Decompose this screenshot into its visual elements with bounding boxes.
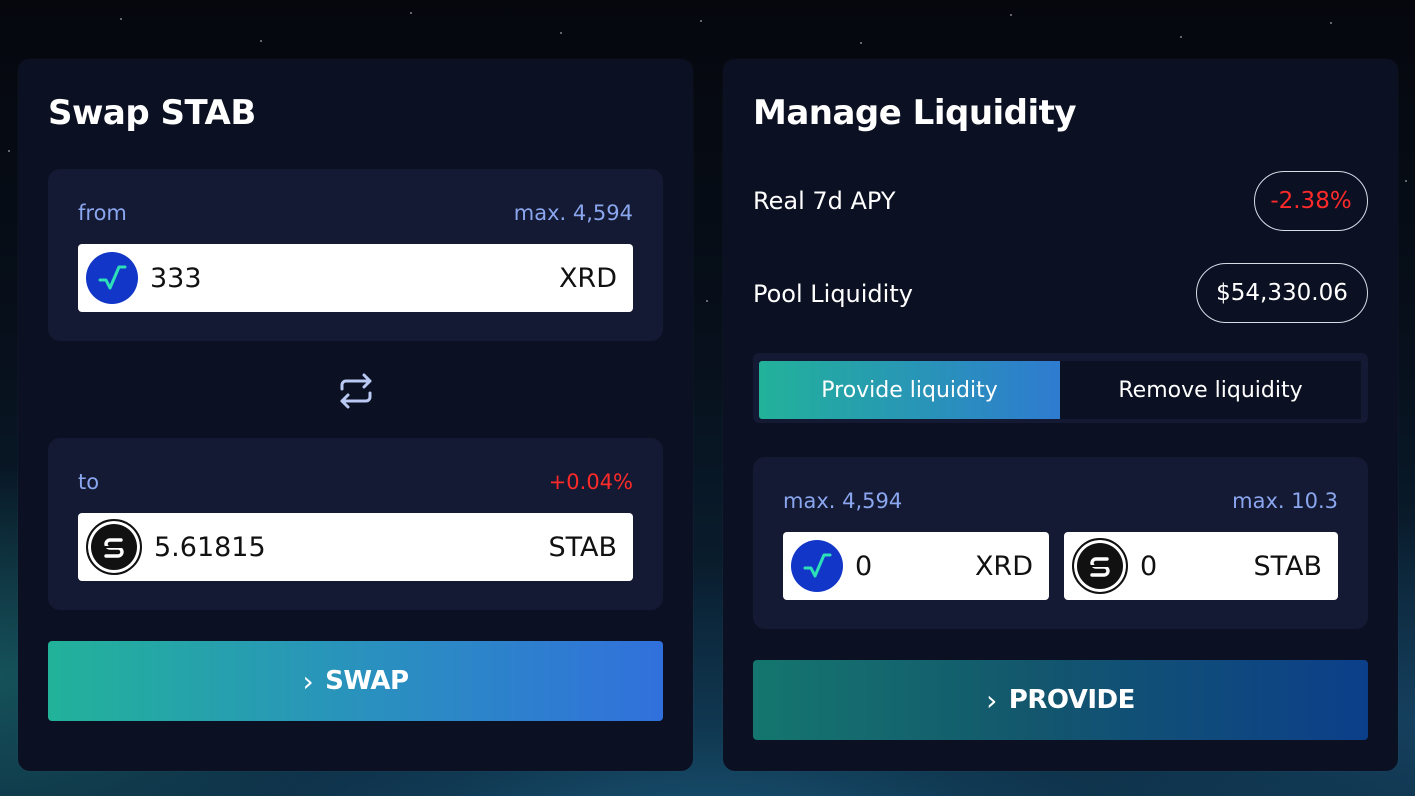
xrd-max-label[interactable]: max. 4,594 — [783, 489, 902, 513]
chevron-right-icon: › — [986, 683, 997, 717]
star — [1180, 36, 1182, 38]
pool-liquidity-value: $54,330.06 — [1216, 280, 1348, 306]
chevron-right-icon: › — [302, 664, 314, 698]
liquidity-title: Manage Liquidity — [753, 93, 1077, 133]
tab-provide-liquidity[interactable]: Provide liquidity — [759, 361, 1060, 419]
star — [260, 40, 262, 42]
to-amount-input[interactable]: 5.61815 STAB — [78, 513, 633, 581]
liquidity-input-box: max. 4,594 max. 10.3 0 XRD 0 STAB — [753, 457, 1368, 629]
swap-from-box: from max. 4,594 333 XRD — [48, 169, 663, 341]
from-max-label[interactable]: max. 4,594 — [514, 201, 633, 225]
stab-max-label[interactable]: max. 10.3 — [1232, 489, 1338, 513]
to-token-ticker: STAB — [548, 531, 617, 563]
apy-value: -2.38% — [1270, 188, 1352, 214]
pool-liquidity-badge: $54,330.06 — [1196, 263, 1368, 323]
swap-to-box: to +0.04% 5.61815 STAB — [48, 438, 663, 610]
from-token-ticker: XRD — [558, 262, 617, 294]
radix-xrd-icon — [86, 252, 138, 304]
to-amount-value[interactable]: 5.61815 — [154, 532, 548, 563]
star — [1010, 14, 1012, 16]
from-amount-input[interactable]: 333 XRD — [78, 244, 633, 312]
stab-liquidity-ticker: STAB — [1253, 550, 1322, 582]
xrd-liquidity-input[interactable]: 0 XRD — [783, 532, 1049, 600]
apy-badge: -2.38% — [1254, 171, 1368, 231]
star — [560, 32, 562, 34]
star — [1330, 22, 1332, 24]
swap-button[interactable]: › SWAP — [48, 641, 663, 721]
from-amount-value[interactable]: 333 — [150, 263, 559, 294]
star — [8, 150, 10, 152]
from-label: from — [78, 201, 127, 225]
xrd-liquidity-ticker: XRD — [974, 550, 1033, 582]
star — [706, 300, 708, 302]
swap-button-label: SWAP — [325, 666, 409, 696]
provide-button[interactable]: › PROVIDE — [753, 660, 1368, 740]
apy-label: Real 7d APY — [753, 187, 896, 215]
stab-icon — [1072, 538, 1128, 594]
liquidity-tabs: Provide liquidity Remove liquidity — [753, 353, 1368, 423]
star — [1405, 180, 1407, 182]
provide-button-label: PROVIDE — [1008, 685, 1136, 715]
star — [120, 18, 122, 20]
swap-panel: Swap STAB from max. 4,594 333 XRD to +0.… — [18, 59, 693, 771]
stab-liquidity-input[interactable]: 0 STAB — [1064, 532, 1338, 600]
pool-liquidity-label: Pool Liquidity — [753, 280, 913, 308]
swap-title: Swap STAB — [48, 93, 256, 133]
tab-remove-liquidity[interactable]: Remove liquidity — [1060, 361, 1361, 419]
xrd-liquidity-amount[interactable]: 0 — [855, 551, 975, 582]
stab-icon — [86, 519, 142, 575]
star — [700, 20, 702, 22]
liquidity-panel: Manage Liquidity Real 7d APY -2.38% Pool… — [723, 59, 1398, 771]
radix-xrd-icon — [791, 540, 843, 592]
to-label: to — [78, 470, 100, 494]
star — [410, 12, 412, 14]
price-impact-label: +0.04% — [548, 470, 633, 494]
stab-liquidity-amount[interactable]: 0 — [1140, 551, 1253, 582]
star — [860, 42, 862, 44]
swap-direction-icon[interactable] — [336, 371, 376, 411]
